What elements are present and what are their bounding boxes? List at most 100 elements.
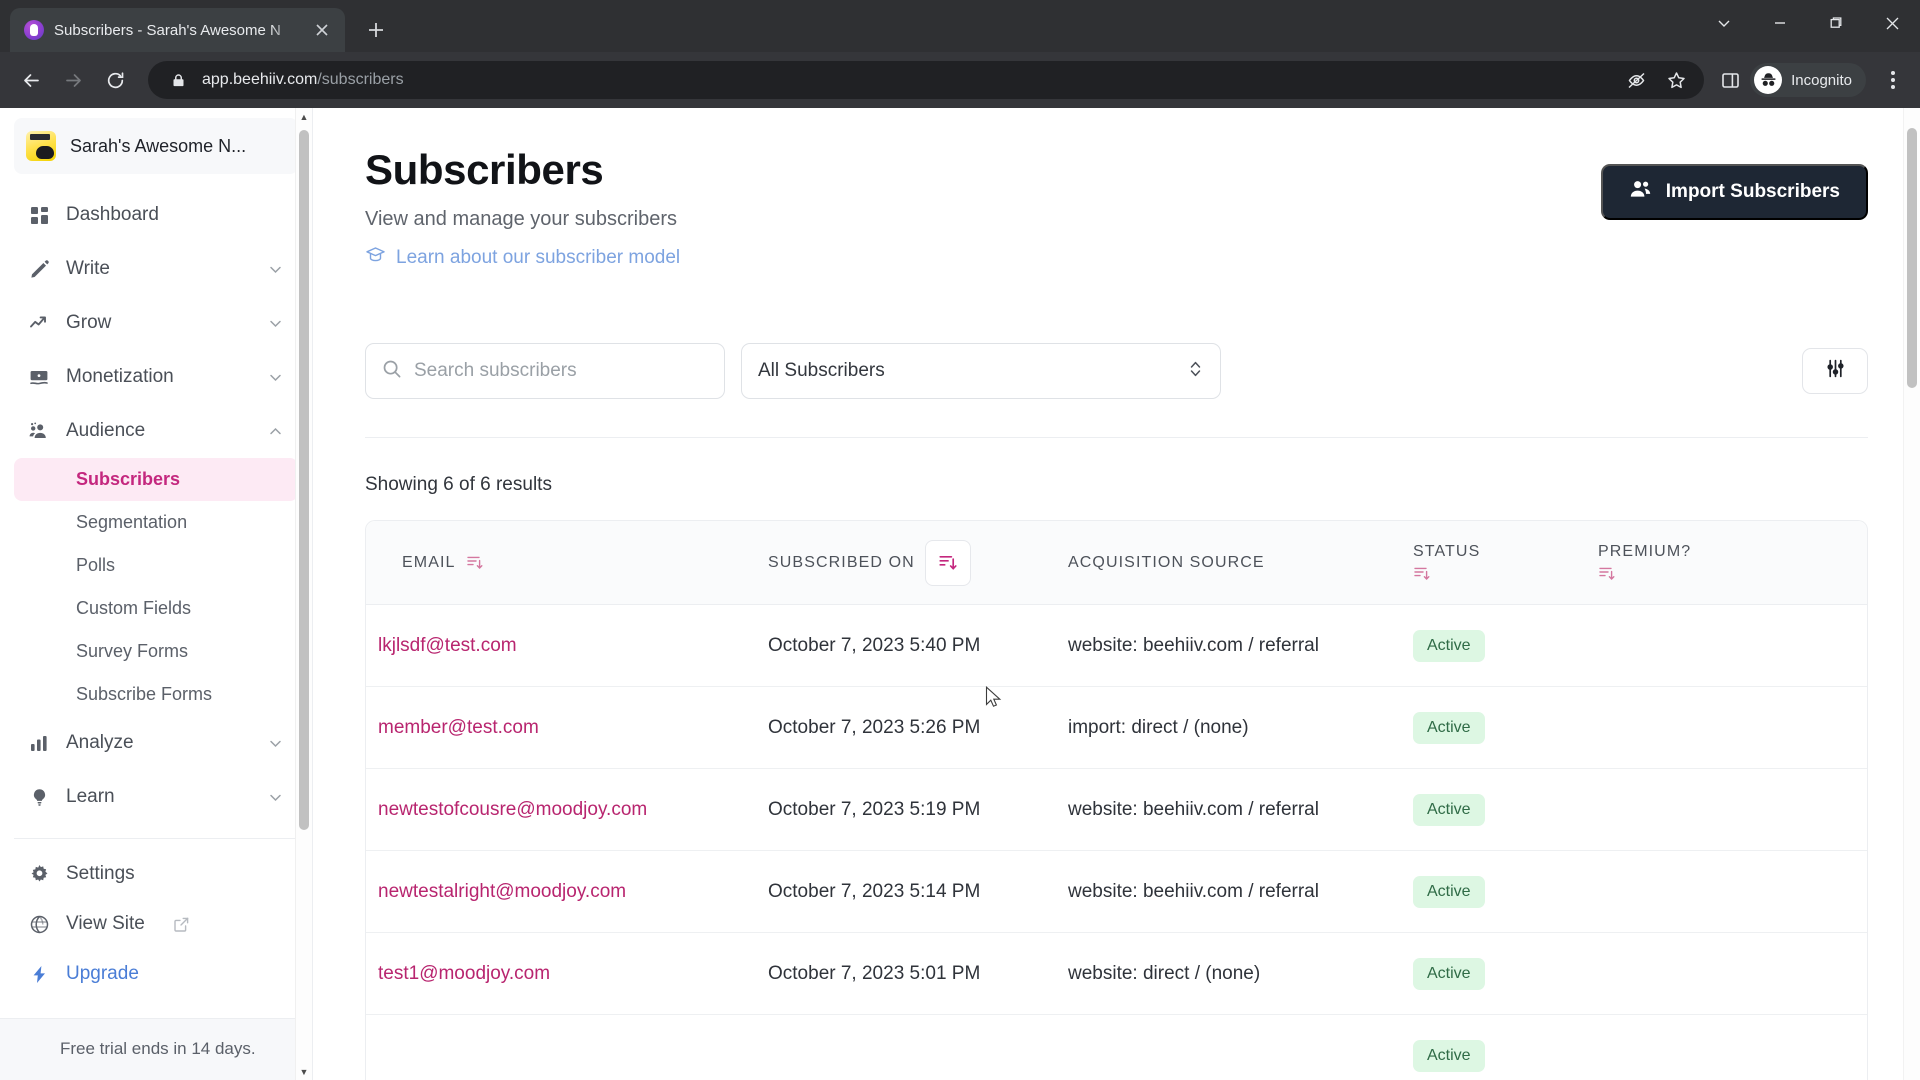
minimize-icon[interactable] xyxy=(1752,0,1808,46)
publication-switcher[interactable]: Sarah's Awesome N... xyxy=(14,118,298,174)
sidebar-item-settings[interactable]: Settings xyxy=(14,849,298,899)
column-header-status[interactable]: STATUS xyxy=(1405,543,1590,582)
back-arrow-icon[interactable] xyxy=(12,61,50,99)
sidebar-item-label: Write xyxy=(66,258,110,279)
sidebar-item-survey-forms[interactable]: Survey Forms xyxy=(14,630,298,673)
sidebar-item-polls[interactable]: Polls xyxy=(14,544,298,587)
import-subscribers-label: Import Subscribers xyxy=(1665,181,1840,202)
column-header-email[interactable]: EMAIL xyxy=(370,554,760,572)
table-row[interactable]: test1@moodjoy.com October 7, 2023 5:01 P… xyxy=(366,933,1867,1015)
sort-desc-icon[interactable] xyxy=(924,539,971,586)
money-icon xyxy=(28,367,50,387)
chevron-down-icon[interactable] xyxy=(266,262,284,277)
sidebar-item-grow[interactable]: Grow xyxy=(14,296,298,350)
sidebar-item-write[interactable]: Write xyxy=(14,242,298,296)
chevron-down-icon[interactable] xyxy=(266,370,284,385)
page-scrollbar-thumb[interactable] xyxy=(1907,128,1917,388)
close-icon[interactable] xyxy=(1864,0,1920,46)
mouse-cursor xyxy=(985,685,1002,715)
cell-status: Active xyxy=(1405,957,1590,990)
sort-icon[interactable] xyxy=(1413,565,1430,582)
people-icon xyxy=(28,421,50,441)
tab-title: Subscribers - Sarah's Awesome N xyxy=(54,21,281,39)
status-badge: Active xyxy=(1413,957,1485,990)
sidebar-item-subscribers[interactable]: Subscribers xyxy=(14,458,298,501)
sidebar-item-label: View Site xyxy=(66,913,145,934)
search-placeholder: Search subscribers xyxy=(414,360,577,381)
sort-icon[interactable] xyxy=(466,554,483,571)
graduation-cap-icon xyxy=(365,244,386,271)
cell-email[interactable]: test1@moodjoy.com xyxy=(370,963,760,985)
sidebar-item-audience[interactable]: Audience xyxy=(14,404,298,458)
chevron-down-icon[interactable] xyxy=(266,316,284,331)
trial-notice: Free trial ends in 14 days. xyxy=(0,1018,312,1080)
publication-name: Sarah's Awesome N... xyxy=(70,135,247,156)
table-row[interactable]: lkjlsdf@test.com October 7, 2023 5:40 PM… xyxy=(366,605,1867,687)
cell-email[interactable]: newtestalright@moodjoy.com xyxy=(370,881,760,903)
learn-subscriber-model-link[interactable]: Learn about our subscriber model xyxy=(365,244,680,271)
sidebar-item-analyze[interactable]: Analyze xyxy=(14,716,298,770)
table-row[interactable]: Active xyxy=(366,1015,1867,1080)
sidebar-scrollbar[interactable]: ▲ ▼ xyxy=(295,108,312,1080)
segment-select[interactable]: All Subscribers xyxy=(741,343,1221,399)
sidebar-item-monetization[interactable]: Monetization xyxy=(14,350,298,404)
lightbulb-icon xyxy=(28,788,50,807)
sort-icon[interactable] xyxy=(1598,565,1615,582)
column-header-acquisition-source: ACQUISITION SOURCE xyxy=(1060,554,1405,572)
table-row[interactable]: newtestofcousre@moodjoy.com October 7, 2… xyxy=(366,769,1867,851)
reload-icon[interactable] xyxy=(96,61,134,99)
sidebar-item-custom-fields[interactable]: Custom Fields xyxy=(14,587,298,630)
cell-email[interactable]: newtestofcousre@moodjoy.com xyxy=(370,799,760,821)
kebab-menu-icon[interactable] xyxy=(1878,65,1908,95)
sidebar-item-upgrade[interactable]: Upgrade xyxy=(14,949,298,999)
browser-toolbar: app.beehiiv.com/subscribers Incognito xyxy=(0,52,1920,108)
cell-email[interactable]: lkjlsdf@test.com xyxy=(370,635,760,657)
star-icon[interactable] xyxy=(1664,68,1688,92)
pencil-icon xyxy=(28,259,50,279)
table-row[interactable]: newtestalright@moodjoy.com October 7, 20… xyxy=(366,851,1867,933)
maximize-icon[interactable] xyxy=(1808,0,1864,46)
sidebar-item-view-site[interactable]: View Site xyxy=(14,899,298,949)
url-domain: app.beehiiv.com xyxy=(202,71,318,88)
section-divider xyxy=(365,437,1868,438)
close-icon[interactable] xyxy=(309,17,335,43)
segment-select-value: All Subscribers xyxy=(758,360,885,381)
url-text: app.beehiiv.com/subscribers xyxy=(202,71,1612,89)
sidebar-item-label: Analyze xyxy=(66,732,134,753)
column-header-premium[interactable]: PREMIUM? xyxy=(1590,543,1790,582)
page-subtitle: View and manage your subscribers xyxy=(365,208,678,230)
external-link-icon xyxy=(173,916,190,933)
chevron-updown-icon xyxy=(1187,358,1204,385)
advanced-filters-button[interactable] xyxy=(1802,348,1868,394)
chevron-down-icon[interactable] xyxy=(1696,0,1752,46)
column-header-subscribed-on[interactable]: SUBSCRIBED ON xyxy=(760,539,1060,586)
new-tab-icon[interactable] xyxy=(359,13,393,47)
browser-tab[interactable]: Subscribers - Sarah's Awesome N xyxy=(10,8,345,52)
sidebar-item-learn[interactable]: Learn xyxy=(14,770,298,824)
chevron-up-icon[interactable] xyxy=(266,424,284,439)
import-subscribers-button[interactable]: Import Subscribers xyxy=(1600,164,1868,220)
address-bar[interactable]: app.beehiiv.com/subscribers xyxy=(148,61,1705,99)
profile-button[interactable]: Incognito xyxy=(1750,63,1866,97)
sidebar-item-segmentation[interactable]: Segmentation xyxy=(14,501,298,544)
learn-link-label: Learn about our subscriber model xyxy=(396,246,681,268)
cell-email[interactable]: member@test.com xyxy=(370,717,760,739)
side-panel-icon[interactable] xyxy=(1718,68,1742,92)
sidebar-item-subscribe-forms[interactable]: Subscribe Forms xyxy=(14,673,298,716)
chevron-down-icon[interactable] xyxy=(266,790,284,805)
scroll-down-arrow-icon[interactable]: ▼ xyxy=(296,1063,312,1080)
chevron-down-icon[interactable] xyxy=(266,736,284,751)
gear-icon xyxy=(28,864,50,884)
eye-off-icon[interactable] xyxy=(1624,68,1648,92)
search-input[interactable]: Search subscribers xyxy=(365,343,725,399)
sidebar-divider xyxy=(14,838,298,839)
lock-icon xyxy=(166,68,190,92)
scroll-up-arrow-icon[interactable]: ▲ xyxy=(296,108,312,125)
filters-row: Search subscribers All Subscribers xyxy=(365,343,1868,399)
sidebar-item-dashboard[interactable]: Dashboard xyxy=(14,188,298,242)
sidebar-scrollbar-thumb[interactable] xyxy=(299,130,309,830)
cell-subscribed-on: October 7, 2023 5:26 PM xyxy=(768,716,981,738)
incognito-icon xyxy=(1754,66,1783,94)
page-scrollbar[interactable] xyxy=(1903,108,1920,1080)
table-row[interactable]: member@test.com October 7, 2023 5:26 PM … xyxy=(366,687,1867,769)
